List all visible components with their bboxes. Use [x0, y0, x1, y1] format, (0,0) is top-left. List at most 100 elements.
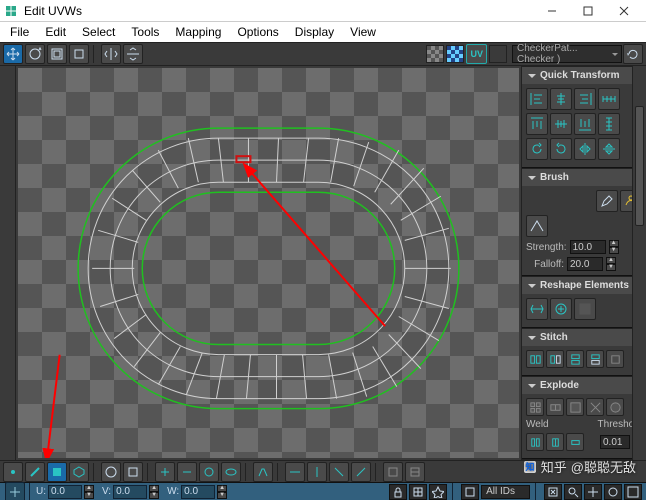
align-vcenter-button[interactable]: [550, 113, 572, 135]
ring-sel-button[interactable]: [199, 462, 219, 482]
uv-viewport[interactable]: [16, 66, 521, 460]
menu-display[interactable]: Display: [287, 23, 342, 41]
paint-brush-button[interactable]: [596, 190, 618, 212]
menu-tools[interactable]: Tools: [123, 23, 167, 41]
checker-swatch-1[interactable]: [426, 45, 444, 63]
ids-dropdown[interactable]: All IDs: [481, 485, 530, 499]
w-input[interactable]: 0.0: [181, 485, 215, 499]
convert-2-button[interactable]: [405, 462, 425, 482]
sub-element-button[interactable]: [69, 462, 89, 482]
zoom-icon[interactable]: [604, 484, 622, 500]
u-spinner[interactable]: ▲▼: [84, 485, 94, 499]
sub-edge-button[interactable]: [25, 462, 45, 482]
explode-2-button[interactable]: [546, 398, 564, 416]
checker-map-dropdown[interactable]: CheckerPat... Checker ): [512, 45, 622, 63]
explode-1-button[interactable]: [526, 398, 544, 416]
freeform-tool-button[interactable]: [69, 44, 89, 64]
u-input[interactable]: 0.0: [48, 485, 82, 499]
grid-snap-icon[interactable]: [409, 484, 427, 500]
shrink-sel-button[interactable]: [177, 462, 197, 482]
refresh-map-button[interactable]: [623, 44, 643, 64]
menu-view[interactable]: View: [342, 23, 384, 41]
align-left-button[interactable]: [526, 88, 548, 110]
weld-3-button[interactable]: [566, 433, 584, 451]
menu-select[interactable]: Select: [74, 23, 123, 41]
sidebar-scrollbar[interactable]: [632, 66, 646, 460]
falloff-spinner[interactable]: ▲▼: [606, 257, 616, 271]
sub-face-button[interactable]: [47, 462, 67, 482]
loop-sel-button[interactable]: [221, 462, 241, 482]
grow-sel-button[interactable]: [155, 462, 175, 482]
pixel-snap-icon[interactable]: [429, 484, 447, 500]
scale-tool-button[interactable]: [47, 44, 67, 64]
soft-sel-button[interactable]: [101, 462, 121, 482]
stitch-1-button[interactable]: [526, 350, 544, 368]
stitch-3-button[interactable]: [566, 350, 584, 368]
v-spinner[interactable]: ▲▼: [149, 485, 159, 499]
brush-falloff-icon[interactable]: [526, 215, 548, 237]
align-bottom-button[interactable]: [574, 113, 596, 135]
stitch-custom-button[interactable]: [606, 350, 624, 368]
menu-file[interactable]: File: [2, 23, 37, 41]
stitch-4-button[interactable]: [586, 350, 604, 368]
lock-transform-button[interactable]: [5, 482, 25, 500]
panel-head-stitch[interactable]: Stitch: [522, 329, 646, 346]
panel-head-quick-transform[interactable]: Quick Transform: [522, 67, 646, 84]
pan-icon[interactable]: [584, 484, 602, 500]
mirror-h-button[interactable]: [101, 44, 121, 64]
uv-color-swatch[interactable]: [489, 45, 507, 63]
sub-vertex-button[interactable]: [3, 462, 23, 482]
sel-filter-4-button[interactable]: [351, 462, 371, 482]
threshold-input[interactable]: 0.01: [600, 435, 630, 449]
explode-5-button[interactable]: [606, 398, 624, 416]
menu-options[interactable]: Options: [229, 23, 286, 41]
lock-icon[interactable]: [389, 484, 407, 500]
panel-reshape: Reshape Elements: [522, 276, 646, 328]
mirror-v-button[interactable]: [123, 44, 143, 64]
panel-head-explode[interactable]: Explode: [522, 377, 646, 394]
strength-input[interactable]: 10.0: [570, 240, 606, 254]
explode-4-button[interactable]: [586, 398, 604, 416]
relax-button[interactable]: [550, 298, 572, 320]
checker-swatch-2[interactable]: [446, 45, 464, 63]
w-spinner[interactable]: ▲▼: [217, 485, 227, 499]
menu-mapping[interactable]: Mapping: [167, 23, 229, 41]
sel-filter-3-button[interactable]: [329, 462, 349, 482]
straighten-button[interactable]: [526, 298, 548, 320]
uv-mode-button[interactable]: UV: [466, 44, 487, 64]
sel-filter-1-button[interactable]: [285, 462, 305, 482]
align-right-button[interactable]: [574, 88, 596, 110]
maximize-button[interactable]: [570, 0, 606, 22]
strength-spinner[interactable]: ▲▼: [609, 240, 619, 254]
fit-icon[interactable]: [624, 484, 642, 500]
falloff-input[interactable]: 20.0: [567, 257, 603, 271]
menu-edit[interactable]: Edit: [37, 23, 74, 41]
convert-1-button[interactable]: [383, 462, 403, 482]
weld-2-button[interactable]: [546, 433, 564, 451]
explode-3-button[interactable]: [566, 398, 584, 416]
rotate-ccw-button[interactable]: [526, 138, 548, 160]
soft-sel-2-button[interactable]: [123, 462, 143, 482]
stitch-2-button[interactable]: [546, 350, 564, 368]
space-h-button[interactable]: [598, 88, 620, 110]
rotate-tool-button[interactable]: [25, 44, 45, 64]
sel-filter-2-button[interactable]: [307, 462, 327, 482]
paint-sel-button[interactable]: [253, 462, 273, 482]
weld-1-button[interactable]: [526, 433, 544, 451]
zoom-extents-icon[interactable]: [544, 484, 562, 500]
id-filter-icon[interactable]: [461, 484, 479, 500]
minimize-button[interactable]: [534, 0, 570, 22]
panel-head-brush[interactable]: Brush: [522, 169, 646, 186]
align-top-button[interactable]: [526, 113, 548, 135]
relax-settings-button[interactable]: [574, 298, 596, 320]
align-hcenter-button[interactable]: [550, 88, 572, 110]
move-tool-button[interactable]: [3, 44, 23, 64]
v-input[interactable]: 0.0: [113, 485, 147, 499]
space-v-button[interactable]: [598, 113, 620, 135]
flip-v-button[interactable]: [598, 138, 620, 160]
flip-h-button[interactable]: [574, 138, 596, 160]
close-button[interactable]: [606, 0, 642, 22]
zoom-region-icon[interactable]: [564, 484, 582, 500]
panel-head-reshape[interactable]: Reshape Elements: [522, 277, 646, 294]
rotate-cw-button[interactable]: [550, 138, 572, 160]
